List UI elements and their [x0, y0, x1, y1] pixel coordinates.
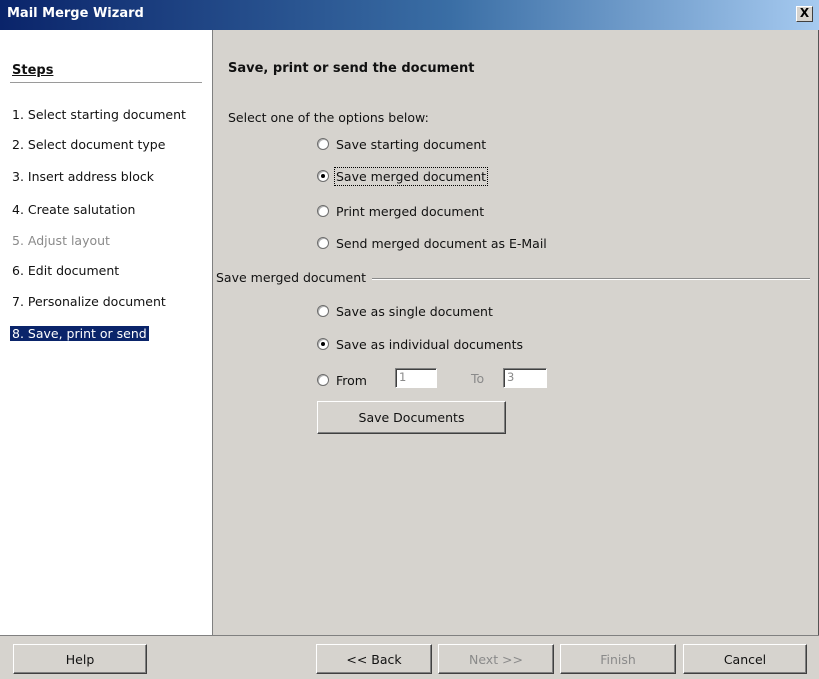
- close-icon: X: [799, 6, 810, 20]
- close-button[interactable]: X: [796, 6, 813, 22]
- page-title: Save, print or send the document: [228, 61, 475, 76]
- option-label: Save as single document: [336, 303, 493, 319]
- window-title: Mail Merge Wizard: [7, 6, 144, 21]
- step-select-starting-document[interactable]: 1. Select starting document: [10, 107, 188, 122]
- option-from-range[interactable]: From: [317, 371, 367, 389]
- steps-divider: [10, 82, 202, 83]
- option-save-starting-document[interactable]: Save starting document: [317, 135, 486, 153]
- radio-button-selected[interactable]: [317, 170, 329, 182]
- option-label: Send merged document as E-Mail: [336, 235, 547, 251]
- next-button: Next >>: [438, 644, 554, 674]
- options-intro: Select one of the options below:: [228, 110, 429, 125]
- option-save-individual-documents[interactable]: Save as individual documents: [317, 335, 523, 353]
- radio-button[interactable]: [317, 237, 329, 249]
- radio-button[interactable]: [317, 374, 329, 386]
- step-save-print-send[interactable]: 8. Save, print or send: [10, 326, 149, 341]
- radio-button-selected[interactable]: [317, 338, 329, 350]
- option-print-merged-document[interactable]: Print merged document: [317, 202, 484, 220]
- button-bar: Help << Back Next >> Finish Cancel: [0, 635, 819, 679]
- option-label: Save merged document: [333, 166, 489, 186]
- wizard-page: Save, print or send the document Select …: [213, 30, 818, 635]
- step-personalize-document[interactable]: 7. Personalize document: [10, 294, 168, 309]
- steps-heading: Steps: [12, 63, 54, 78]
- step-adjust-layout: 5. Adjust layout: [12, 233, 110, 248]
- back-button[interactable]: << Back: [316, 644, 432, 674]
- step-select-document-type[interactable]: 2. Select document type: [10, 137, 167, 152]
- group-label-save-merged: Save merged document: [216, 270, 373, 285]
- mail-merge-dialog: Mail Merge Wizard X Steps 1. Select star…: [0, 0, 819, 679]
- to-label: To: [471, 371, 485, 386]
- option-save-merged-document[interactable]: Save merged document: [317, 166, 489, 186]
- title-bar[interactable]: Mail Merge Wizard X: [0, 0, 819, 30]
- radio-button[interactable]: [317, 305, 329, 317]
- option-send-as-email[interactable]: Send merged document as E-Mail: [317, 234, 547, 252]
- to-input[interactable]: 3: [503, 368, 547, 388]
- step-edit-document[interactable]: 6. Edit document: [10, 263, 121, 278]
- step-create-salutation[interactable]: 4. Create salutation: [10, 202, 137, 217]
- option-label: Save starting document: [336, 136, 487, 152]
- option-label: Print merged document: [336, 203, 485, 219]
- option-save-single-document[interactable]: Save as single document: [317, 302, 493, 320]
- from-input[interactable]: 1: [395, 368, 437, 388]
- finish-button: Finish: [560, 644, 676, 674]
- group-divider: [368, 278, 810, 280]
- save-documents-button[interactable]: Save Documents: [317, 401, 506, 434]
- help-button[interactable]: Help: [13, 644, 147, 674]
- radio-button[interactable]: [317, 205, 329, 217]
- from-label: From: [336, 372, 367, 388]
- option-label: Save as individual documents: [336, 336, 524, 352]
- cancel-button[interactable]: Cancel: [683, 644, 807, 674]
- radio-button[interactable]: [317, 138, 329, 150]
- steps-pane: Steps 1. Select starting document 2. Sel…: [0, 30, 213, 635]
- step-insert-address-block[interactable]: 3. Insert address block: [10, 169, 156, 184]
